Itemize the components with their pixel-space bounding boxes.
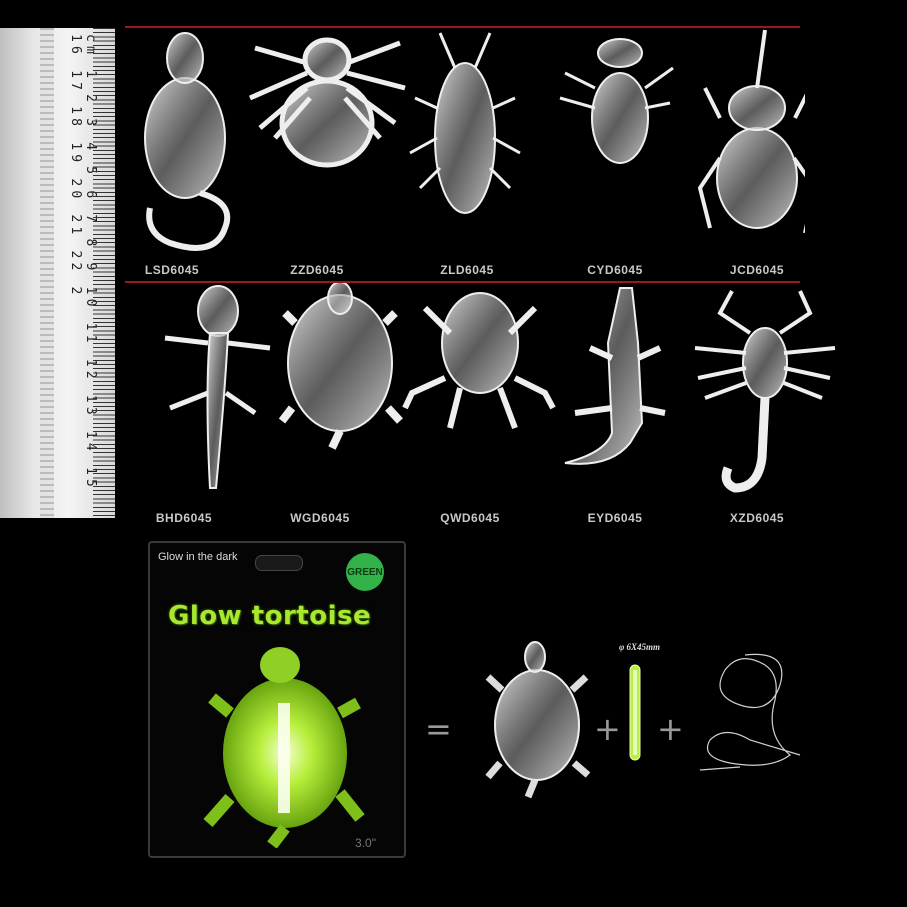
code-label: JCD6045 xyxy=(729,263,785,277)
crocodile-icon xyxy=(564,287,666,465)
fly-icon xyxy=(559,38,674,164)
beetle-icon xyxy=(697,29,805,233)
string-cord-icon xyxy=(699,653,801,771)
frog-icon xyxy=(402,292,556,430)
gecko-icon xyxy=(164,285,271,489)
equals-sign: = xyxy=(425,710,452,748)
spider-icon xyxy=(248,37,406,168)
package-tagline: Glow in the dark xyxy=(158,551,238,563)
row1-figures xyxy=(144,29,805,251)
glowing-tortoise-icon xyxy=(203,647,365,848)
hang-hole xyxy=(255,555,303,571)
tortoise-icon xyxy=(278,283,403,450)
color-badge: GREEN xyxy=(346,553,384,591)
product-package: Glow in the dark GREEN Glow tortoise 3.0… xyxy=(148,541,406,858)
plus-sign: + xyxy=(594,710,621,748)
code-label: ZLD6045 xyxy=(440,263,494,277)
mouse-icon xyxy=(144,32,231,251)
code-label: EYD6045 xyxy=(587,511,643,525)
code-label: XZD6045 xyxy=(729,511,785,525)
ruler: cm 1 2 3 4 5 6 7 8 9 10 11 12 13 14 15 1… xyxy=(0,28,115,518)
glow-stick-dimension: φ 6X45mm xyxy=(619,642,661,652)
code-label: LSD6045 xyxy=(144,263,200,277)
row2-figures xyxy=(164,283,836,493)
code-label: BHD6045 xyxy=(155,511,213,525)
code-label: CYD6045 xyxy=(587,263,643,277)
package-size: 3.0" xyxy=(355,836,376,850)
scorpion-icon xyxy=(694,290,836,493)
package-title: Glow tortoise xyxy=(168,601,372,631)
glow-stick-icon xyxy=(629,664,641,761)
ruler-edge xyxy=(40,28,54,518)
code-label: WGD6045 xyxy=(290,511,350,525)
code-label: QWD6045 xyxy=(440,511,500,525)
tortoise-icon xyxy=(485,641,591,799)
cockroach-icon xyxy=(409,32,521,214)
code-label: ZZD6045 xyxy=(290,263,344,277)
